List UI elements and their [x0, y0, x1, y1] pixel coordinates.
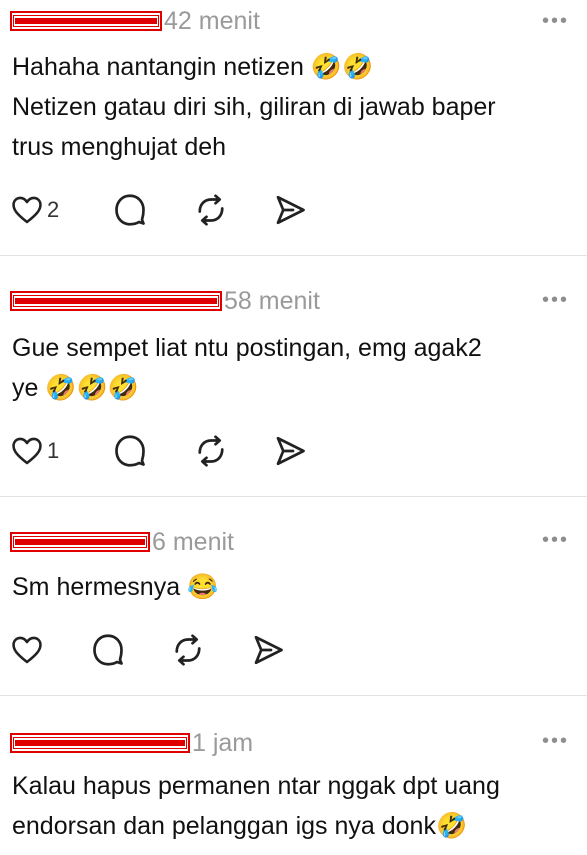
redacted-username[interactable]: [10, 11, 162, 31]
post-header: 6 menit: [10, 527, 234, 557]
post-time: 1 jam: [192, 728, 254, 757]
more-options-icon[interactable]: •••: [542, 530, 569, 550]
like-button[interactable]: [10, 630, 47, 670]
heart-icon: [12, 636, 42, 664]
repost-button[interactable]: [193, 190, 229, 230]
repost-icon: [175, 634, 201, 666]
share-button[interactable]: [250, 630, 286, 670]
share-icon: [276, 436, 305, 466]
action-bar: 2: [10, 190, 330, 230]
post-text: Sm hermesnya 😂: [12, 573, 219, 601]
post: 42 menit ••• Hahaha nantangin netizen 🤣🤣…: [0, 0, 587, 255]
post-time: 42 menit: [164, 6, 260, 35]
repost-icon: [198, 194, 224, 226]
post-header: 58 menit: [10, 286, 320, 316]
heart-icon: [12, 437, 42, 465]
comment-button[interactable]: [90, 630, 126, 670]
like-button[interactable]: 2: [10, 190, 59, 230]
action-bar: [10, 630, 330, 670]
repost-button[interactable]: [193, 431, 229, 471]
redacted-username[interactable]: [10, 733, 190, 753]
post-text: Gue sempet liat ntu postingan, emg agak2…: [12, 334, 482, 402]
post-text: Kalau hapus permanen ntar nggak dpt uang…: [12, 772, 500, 840]
share-button[interactable]: [272, 431, 308, 471]
post-text: Hahaha nantangin netizen 🤣🤣 Netizen gata…: [12, 53, 496, 161]
more-options-icon[interactable]: •••: [542, 731, 569, 751]
redacted-username[interactable]: [10, 532, 150, 552]
share-icon: [254, 635, 283, 665]
comment-icon: [115, 194, 145, 226]
repost-button[interactable]: [170, 630, 206, 670]
action-bar: 1: [10, 431, 330, 471]
post: 1 jam ••• Kalau hapus permanen ntar ngga…: [0, 696, 587, 855]
post-header: 42 menit: [10, 6, 260, 36]
post-time: 6 menit: [152, 527, 234, 556]
post-time: 58 menit: [224, 286, 320, 315]
post: 6 menit ••• Sm hermesnya 😂: [0, 497, 587, 695]
comment-icon: [93, 634, 123, 666]
heart-icon: [12, 196, 42, 224]
post-header: 1 jam: [10, 728, 253, 758]
comment-button[interactable]: [112, 190, 148, 230]
share-button[interactable]: [272, 190, 308, 230]
like-count: 2: [47, 197, 60, 222]
redacted-username[interactable]: [10, 291, 222, 311]
like-button[interactable]: 1: [10, 431, 59, 471]
more-options-icon[interactable]: •••: [542, 11, 569, 31]
post: 58 menit ••• Gue sempet liat ntu posting…: [0, 256, 587, 496]
comment-icon: [115, 435, 145, 467]
like-count: 1: [47, 438, 60, 463]
repost-icon: [198, 435, 224, 467]
share-icon: [276, 195, 305, 225]
comment-button[interactable]: [112, 431, 148, 471]
more-options-icon[interactable]: •••: [542, 290, 569, 310]
